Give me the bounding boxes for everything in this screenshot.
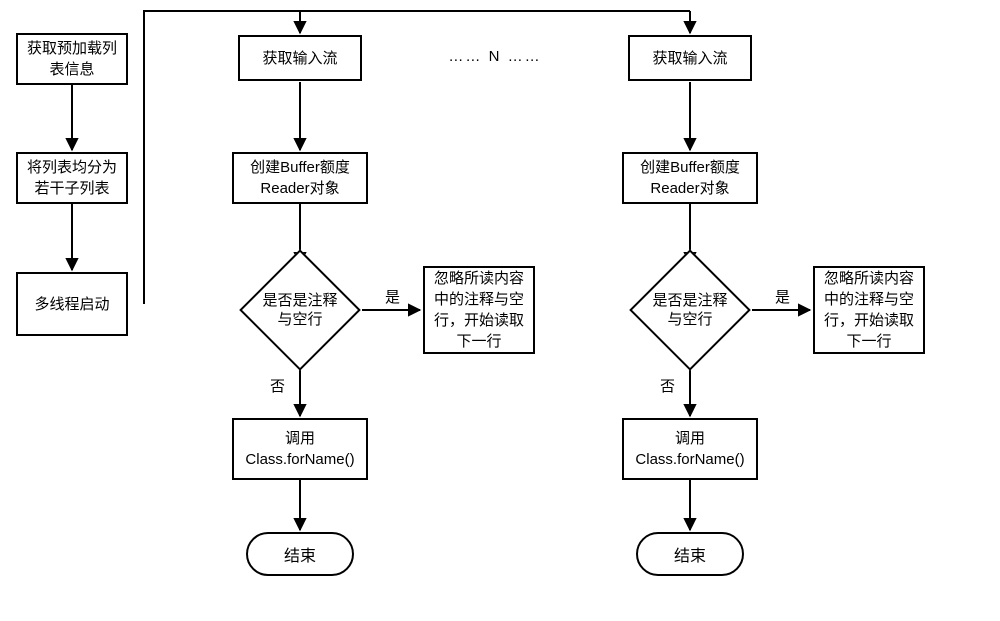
box-multithread-start: 多线程启动 [16, 272, 128, 336]
b-box-create-buffer-reader: 创建Buffer额度 Reader对象 [622, 152, 758, 204]
b-box-get-input-stream: 获取输入流 [628, 35, 752, 81]
a-label-no: 否 [270, 375, 285, 396]
a-label-yes: 是 [385, 286, 400, 307]
a-terminator-end: 结束 [246, 532, 354, 576]
a-box-ignore-comment: 忽略所读内容 中的注释与空 行，开始读取 下一行 [423, 266, 535, 354]
a-box-create-buffer-reader: 创建Buffer额度 Reader对象 [232, 152, 368, 204]
b-box-class-forname: 调用 Class.forName() [622, 418, 758, 480]
box-split-sublists: 将列表均分为 若干子列表 [16, 152, 128, 204]
b-label-no: 否 [660, 375, 675, 396]
b-diamond-is-comment-blank: 是否是注释 与空行 [630, 265, 750, 355]
a-box-class-forname: 调用 Class.forName() [232, 418, 368, 480]
middle-n-label: …… N …… [415, 48, 575, 65]
b-terminator-end: 结束 [636, 532, 744, 576]
a-diamond-is-comment-blank: 是否是注释 与空行 [240, 265, 360, 355]
b-box-ignore-comment: 忽略所读内容 中的注释与空 行，开始读取 下一行 [813, 266, 925, 354]
flowchart-canvas: 获取预加载列 表信息 将列表均分为 若干子列表 多线程启动 …… N …… 获取… [0, 0, 1000, 621]
b-label-yes: 是 [775, 286, 790, 307]
box-get-preload-list: 获取预加载列 表信息 [16, 33, 128, 85]
a-box-get-input-stream: 获取输入流 [238, 35, 362, 81]
